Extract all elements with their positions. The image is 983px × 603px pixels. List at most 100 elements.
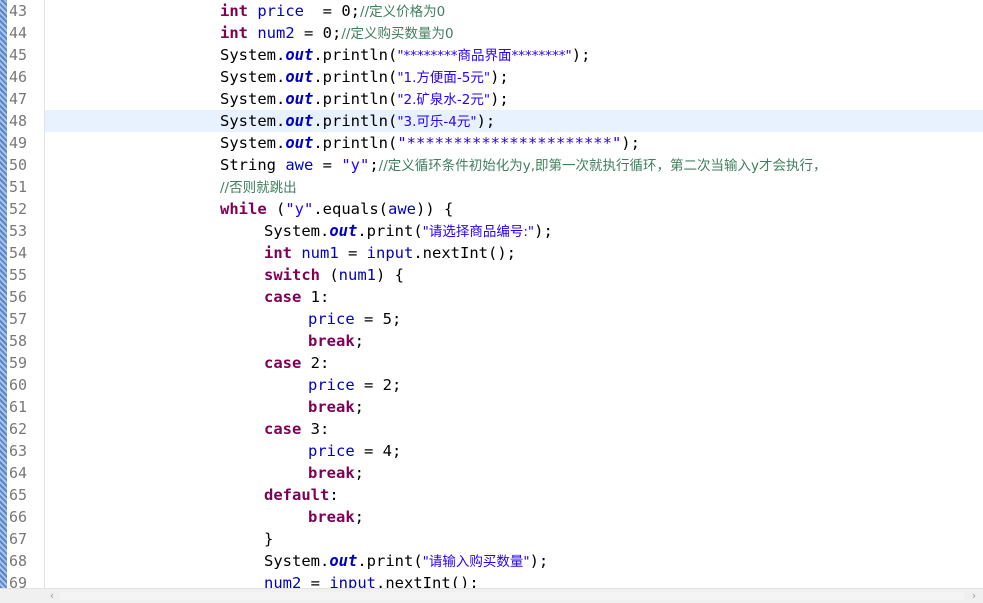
code-token-pl: = 2; [354, 376, 402, 394]
code-line[interactable]: 57 price = 5; [0, 308, 983, 330]
code-token-kw: int [220, 2, 248, 20]
code-line[interactable]: 46 System.out.println("1.方便面-5元"); [0, 66, 983, 88]
scroll-right-icon[interactable]: › [968, 589, 980, 603]
code-token-pl: = 0; [294, 24, 342, 42]
code-token-pl: = [313, 156, 342, 174]
code-token-cmt: //否则就跳出 [220, 180, 297, 196]
code-line[interactable]: 61 break; [0, 396, 983, 418]
code-line[interactable]: 62 case 3: [0, 418, 983, 440]
code-text: System.out.print("请输入购买数量"); [264, 550, 548, 572]
code-line[interactable]: 45 System.out.println("********商品界面******… [0, 44, 983, 66]
code-text: case 1: [264, 286, 329, 308]
code-text: System.out.println("********商品界面********… [220, 44, 590, 66]
code-token-pl: System. [220, 68, 286, 86]
code-line[interactable]: 66 break; [0, 506, 983, 528]
code-token-pl: .nextInt(); [413, 244, 516, 262]
code-text: break; [308, 506, 364, 528]
line-number: 63 [9, 442, 28, 460]
code-text: break; [308, 396, 364, 418]
line-number: 66 [9, 508, 28, 526]
code-token-pl: String [220, 156, 286, 174]
scrollbar-thumb[interactable] [60, 592, 964, 600]
line-number: 44 [9, 24, 28, 42]
code-line[interactable]: 56 case 1: [0, 286, 983, 308]
code-token-pl: 2: [301, 354, 330, 372]
code-token-fld: num1 [338, 266, 376, 284]
code-token-sfld: out [285, 112, 314, 130]
code-token-str: "**********************" [397, 134, 622, 152]
code-token-pl: } [264, 530, 274, 548]
code-line[interactable]: 51 //否则就跳出 [0, 176, 983, 198]
code-line[interactable]: 48 System.out.println("3.可乐-4元"); [0, 110, 983, 132]
code-line[interactable]: 54 int num1 = input.nextInt(); [0, 242, 983, 264]
code-line[interactable]: 49 System.out.println("******************… [0, 132, 983, 154]
code-token-kw: break [308, 398, 355, 416]
code-editor[interactable]: 43 int price = 0;//定义价格为0 44 int num2 = 0;/… [0, 0, 983, 588]
code-token-str: "请输入购买数量" [422, 554, 530, 570]
code-line[interactable]: 68 System.out.print("请输入购买数量"); [0, 550, 983, 572]
code-text: break; [308, 462, 364, 484]
code-text: price = 2; [308, 374, 401, 396]
scroll-left-icon[interactable]: ‹ [46, 589, 58, 603]
code-line[interactable]: 69 num2 = input.nextInt(); [0, 572, 983, 588]
code-line[interactable]: 47 System.out.println("2.矿泉水-2元"); [0, 88, 983, 110]
code-token-pl: ); [529, 552, 549, 570]
code-line[interactable]: 55 switch (num1) { [0, 264, 983, 286]
line-number: 62 [9, 420, 28, 438]
code-token-pl: = 0; [304, 2, 361, 20]
code-token-pl: .println( [313, 46, 398, 64]
code-token-fld: input [366, 244, 414, 262]
code-line[interactable]: 53 System.out.print("请选择商品编号:"); [0, 220, 983, 242]
line-number: 48 [9, 112, 28, 130]
code-text: String awe = "y";//定义循环条件初始化为y,即第一次就执行循环… [220, 154, 827, 176]
code-token-kw: while [220, 200, 267, 218]
code-token-kw: int [220, 24, 248, 42]
code-line[interactable]: 67} [0, 528, 983, 550]
code-token-fld: price [257, 2, 305, 20]
code-line[interactable]: 63 price = 4; [0, 440, 983, 462]
code-token-pl: System. [264, 552, 330, 570]
code-token-kw: switch [264, 266, 320, 284]
code-text: System.out.println("1.方便面-5元"); [220, 66, 509, 88]
current-line-highlight [45, 110, 983, 132]
line-number: 57 [9, 310, 28, 328]
code-line[interactable]: 50 String awe = "y";//定义循环条件初始化为y,即第一次就执行… [0, 154, 983, 176]
code-text: //否则就跳出 [220, 176, 297, 198]
code-line[interactable]: 52 while ("y".equals(awe)) { [0, 198, 983, 220]
code-token-pl: ); [571, 46, 591, 64]
horizontal-scrollbar[interactable]: ‹ › [0, 588, 983, 603]
code-token-kw: default [264, 486, 330, 504]
code-line[interactable]: 60 price = 2; [0, 374, 983, 396]
code-text: case 3: [264, 418, 329, 440]
line-number: 55 [9, 266, 28, 284]
line-number: 51 [9, 178, 28, 196]
code-token-kw: case [264, 354, 302, 372]
line-number: 53 [9, 222, 28, 240]
code-token-pl: System. [220, 134, 286, 152]
line-number: 64 [9, 464, 28, 482]
code-token-pl: System. [220, 46, 286, 64]
code-text: while ("y".equals(awe)) { [220, 198, 453, 220]
code-token-pl: ); [534, 222, 553, 240]
line-number: 45 [9, 46, 28, 64]
code-token-fld: price [308, 442, 355, 460]
code-token-kw: break [308, 332, 355, 350]
code-token-pl: .println( [313, 90, 398, 108]
code-token-pl: System. [220, 90, 286, 108]
code-line[interactable]: 43 int price = 0;//定义价格为0 [0, 0, 983, 22]
code-token-pl: 3: [301, 420, 330, 438]
code-text: } [264, 528, 273, 550]
code-line[interactable]: 64 break; [0, 462, 983, 484]
code-line[interactable]: 58 break; [0, 330, 983, 352]
code-text: price = 5; [308, 308, 401, 330]
line-number: 43 [9, 2, 28, 20]
code-line[interactable]: 65 default: [0, 484, 983, 506]
code-line[interactable]: 59 case 2: [0, 352, 983, 374]
code-text: default: [264, 484, 339, 506]
line-number: 59 [9, 354, 28, 372]
code-token-pl: .println( [313, 134, 398, 152]
code-token-pl: 1: [301, 288, 330, 306]
code-line[interactable]: 44 int num2 = 0;//定义购买数量为0 [0, 22, 983, 44]
